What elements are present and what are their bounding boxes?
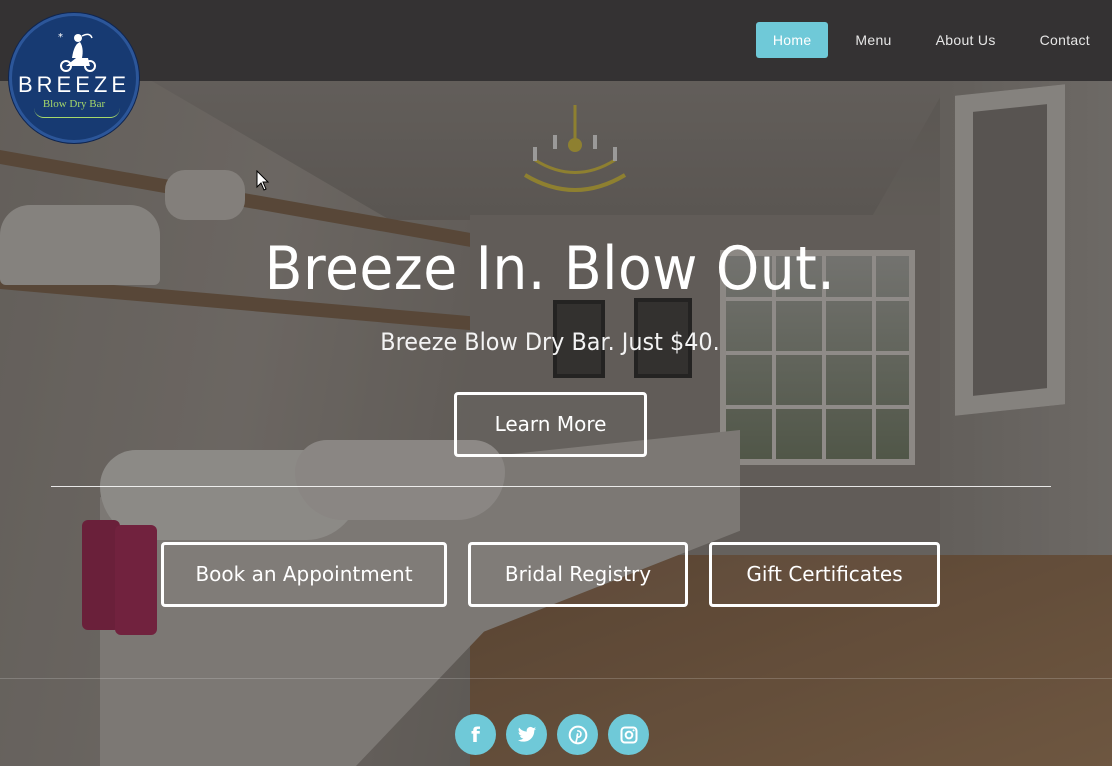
hero-headline: Breeze In. Blow Out. — [264, 234, 836, 304]
hero-subhead: Breeze Blow Dry Bar. Just $40. — [380, 328, 720, 356]
svg-text:*: * — [58, 32, 63, 43]
learn-more-button[interactable]: Learn More — [454, 392, 647, 457]
twitter-icon[interactable] — [506, 714, 547, 755]
breeze-logo[interactable]: * BREEZE Blow Dry Bar — [9, 13, 139, 143]
top-navigation-bar: Home Menu About Us Contact — [0, 0, 1112, 81]
bridal-registry-button[interactable]: Bridal Registry — [468, 542, 688, 607]
pinterest-icon[interactable] — [557, 714, 598, 755]
nav-item-about-us[interactable]: About Us — [914, 22, 1018, 58]
hero-background-photo — [0, 0, 1112, 766]
book-appointment-button[interactable]: Book an Appointment — [161, 542, 447, 607]
scooter-rider-icon: * — [58, 32, 96, 72]
logo-brand-name: BREEZE — [17, 72, 131, 97]
section-divider — [51, 486, 1051, 487]
nav-item-contact[interactable]: Contact — [1018, 22, 1112, 58]
instagram-icon[interactable] — [608, 714, 649, 755]
gift-certificates-button[interactable]: Gift Certificates — [709, 542, 940, 607]
social-links: f — [455, 714, 649, 755]
mouse-cursor-icon — [256, 170, 270, 191]
nav-item-menu[interactable]: Menu — [833, 22, 913, 58]
facebook-icon[interactable]: f — [455, 714, 496, 755]
main-nav: Home Menu About Us Contact — [755, 22, 1112, 58]
logo-flourish — [34, 108, 120, 118]
footer-divider — [0, 678, 1112, 679]
nav-item-home[interactable]: Home — [755, 22, 829, 58]
